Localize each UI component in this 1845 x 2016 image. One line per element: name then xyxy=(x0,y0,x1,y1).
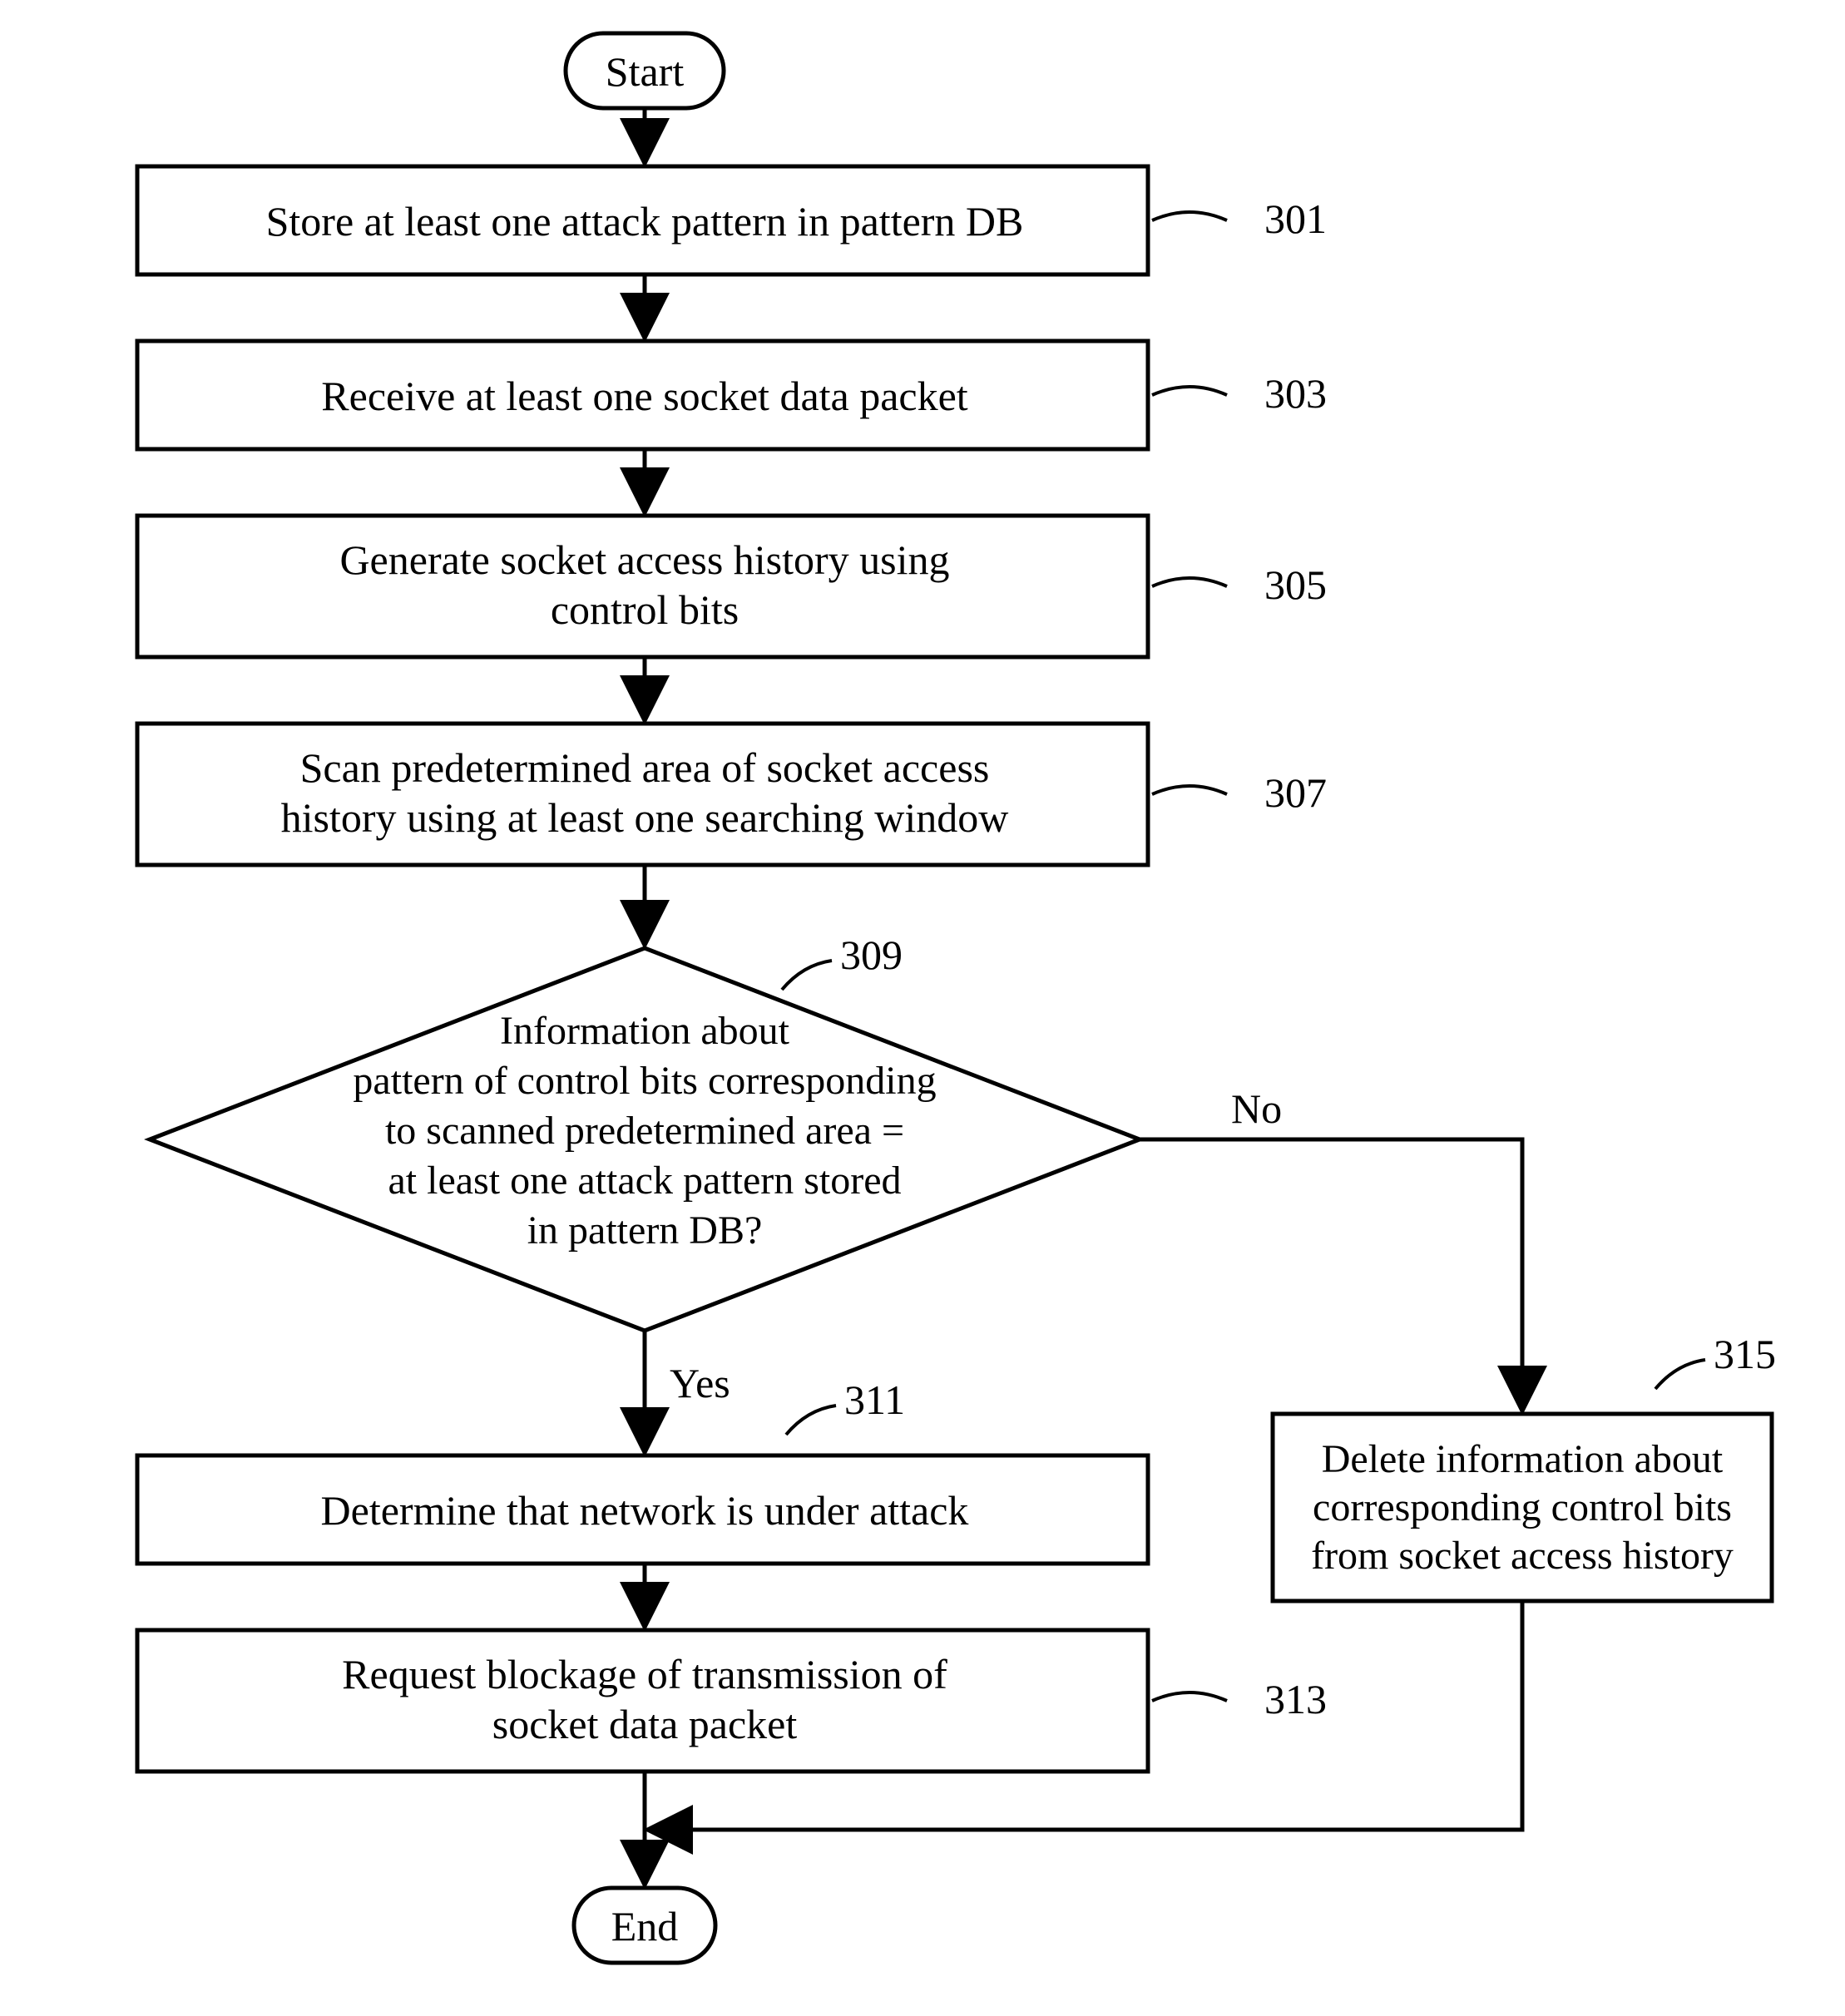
start-terminal: Start xyxy=(566,33,724,108)
step-303-ref: 303 xyxy=(1264,370,1327,417)
step-315-text-line3: from socket access history xyxy=(1311,1534,1734,1578)
step-301-text: Store at least one attack pattern in pat… xyxy=(266,198,1024,245)
step-307-ref: 307 xyxy=(1264,769,1327,816)
decision-line4: at least one attack pattern stored xyxy=(388,1159,901,1203)
step-301: Store at least one attack pattern in pat… xyxy=(137,166,1327,274)
step-303: Receive at least one socket data packet … xyxy=(137,341,1327,449)
step-315-text-line1: Delete information about xyxy=(1322,1437,1724,1481)
decision-line2: pattern of control bits corresponding xyxy=(353,1059,936,1103)
decision-line1: Information about xyxy=(500,1009,790,1053)
step-301-ref: 301 xyxy=(1264,195,1327,242)
decision-yes-label: Yes xyxy=(670,1360,730,1406)
step-313: Request blockage of transmission of sock… xyxy=(137,1630,1327,1771)
step-311-text: Determine that network is under attack xyxy=(321,1487,969,1534)
decision-line5: in pattern DB? xyxy=(527,1208,763,1253)
start-label: Start xyxy=(606,48,685,95)
step-305-ref: 305 xyxy=(1264,561,1327,608)
step-315-text-line2: corresponding control bits xyxy=(1313,1485,1732,1529)
decision-309: Information about pattern of control bit… xyxy=(150,931,1140,1331)
end-terminal: End xyxy=(574,1888,715,1963)
step-303-text: Receive at least one socket data packet xyxy=(321,373,968,419)
step-307-text-line2: history using at least one searching win… xyxy=(281,794,1009,841)
end-label: End xyxy=(611,1903,679,1949)
step-305: Generate socket access history using con… xyxy=(137,516,1327,657)
step-313-ref: 313 xyxy=(1264,1676,1327,1722)
decision-ref: 309 xyxy=(840,931,903,978)
decision-no-label: No xyxy=(1231,1085,1282,1132)
step-305-text-line1: Generate socket access history using xyxy=(339,536,949,583)
step-313-text-line1: Request blockage of transmission of xyxy=(342,1651,947,1697)
step-311-ref: 311 xyxy=(844,1376,905,1423)
step-307: Scan predetermined area of socket access… xyxy=(137,724,1327,865)
step-307-text-line1: Scan predetermined area of socket access xyxy=(300,744,990,791)
flowchart-diagram: Start Store at least one attack pattern … xyxy=(0,0,1845,2016)
step-313-text-line2: socket data packet xyxy=(492,1701,798,1747)
decision-line3: to scanned predetermined area = xyxy=(385,1109,904,1153)
step-315-ref: 315 xyxy=(1714,1331,1776,1377)
step-305-text-line2: control bits xyxy=(551,586,739,633)
